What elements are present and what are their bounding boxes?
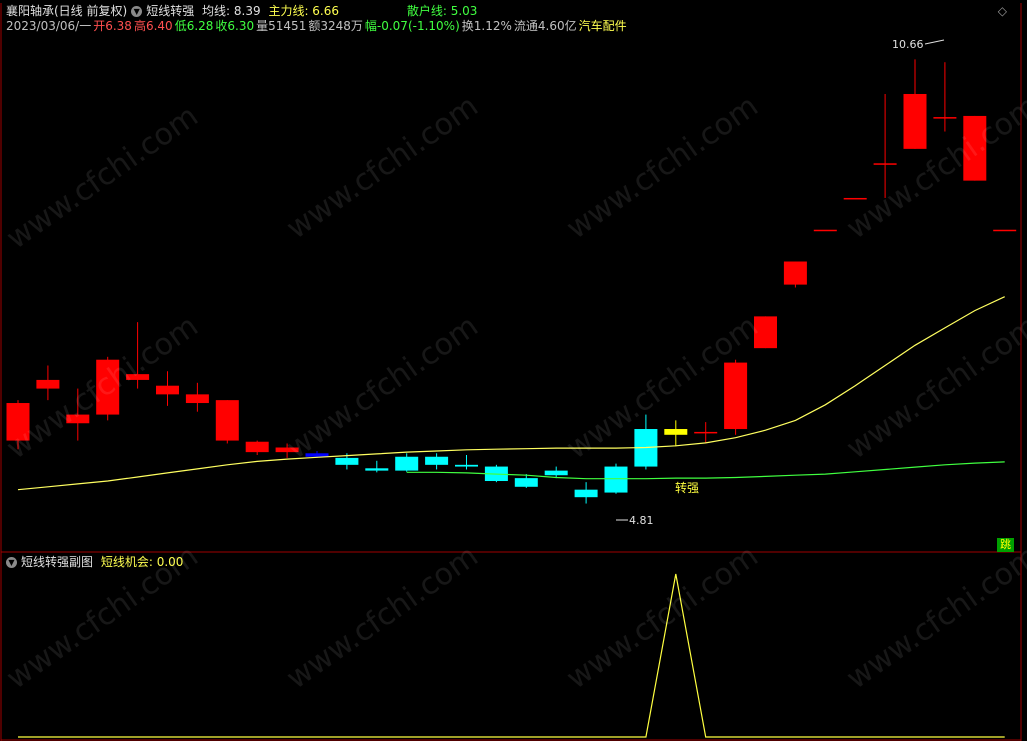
indicator-name[interactable]: 短线转强 — [146, 4, 194, 18]
candle — [245, 440, 269, 456]
candles-layer — [6, 59, 1017, 504]
low-price-label: 4.81 — [629, 514, 654, 527]
candle-body — [754, 316, 777, 349]
signal-label: 转强 — [675, 480, 699, 495]
candle-body — [933, 117, 957, 119]
candle — [574, 482, 598, 504]
subchart-signal-line — [18, 573, 1005, 738]
subchart-layer — [18, 573, 1005, 738]
candle — [156, 371, 179, 406]
candle-body — [275, 447, 299, 453]
candle-body — [215, 400, 239, 441]
price-header-row1: 襄阳轴承(日线 前复权) ▼ 短线转强 均线: 8.39 主力线: 6.66 散户线… — [6, 4, 481, 18]
candle-body — [694, 431, 718, 434]
subchart-header: ▼ 短线转强副图 短线机会: 0.00 — [6, 555, 187, 569]
annotations-layer: 10.66 4.81 转强 — [616, 38, 945, 527]
candle — [903, 59, 927, 149]
close-value: 收6.30 — [215, 19, 255, 33]
candle — [275, 443, 299, 458]
candle-body — [873, 163, 897, 165]
chart-canvas[interactable]: 10.66 4.81 转强 — [0, 0, 1027, 741]
candle — [96, 356, 120, 421]
sector-link[interactable]: 汽车配件 — [579, 19, 627, 33]
candle — [215, 400, 239, 444]
candle-body — [604, 466, 628, 493]
candle-body — [843, 197, 867, 200]
candle — [36, 365, 60, 401]
high-value: 高6.40 — [133, 19, 173, 33]
candle-body — [963, 115, 987, 181]
candle — [843, 197, 867, 200]
candle-body — [245, 441, 269, 453]
low-value: 低6.28 — [174, 19, 214, 33]
candle — [694, 422, 718, 444]
candle — [455, 455, 478, 470]
stock-name[interactable]: 襄阳轴承(日线 前复权) — [6, 4, 127, 18]
candle — [933, 62, 957, 132]
candle-body — [455, 464, 478, 467]
candle — [754, 316, 777, 349]
open-value: 开6.38 — [93, 19, 132, 33]
candle-body — [96, 359, 120, 415]
high-arrow — [924, 39, 945, 45]
chevron-down-icon[interactable]: ▼ — [6, 557, 17, 568]
float-cap-value: 流通4.60亿 — [513, 19, 577, 33]
candle-body — [813, 229, 837, 232]
candle-body — [724, 362, 748, 430]
retail-line-value: 散户线: 5.03 — [406, 4, 478, 18]
candle-body — [305, 453, 329, 457]
candle-body — [514, 478, 538, 487]
panel-borders — [0, 3, 1022, 741]
candle — [185, 382, 209, 412]
candle — [664, 420, 688, 447]
candle-body — [126, 374, 150, 380]
jump-button[interactable]: 跳 — [997, 538, 1014, 552]
candle-body — [425, 456, 449, 465]
candle — [425, 453, 449, 470]
candle-body — [993, 229, 1017, 232]
candle — [126, 322, 150, 389]
subchart-name[interactable]: 短线转强副图 — [21, 555, 93, 569]
diamond-icon[interactable]: ◇ — [998, 4, 1007, 18]
candle-body — [783, 261, 807, 285]
candle-body — [903, 93, 927, 149]
candle — [395, 453, 419, 472]
candle-body — [365, 468, 389, 471]
chevron-down-icon[interactable]: ▼ — [131, 6, 143, 17]
candle — [813, 229, 837, 232]
change-value: 幅-0.07(-1.10%) — [364, 19, 460, 33]
candle — [66, 388, 90, 441]
candle-body — [66, 414, 90, 424]
price-header-row2: 2023/03/06/一 开6.38 高6.40 低6.28 收6.30 量51451 额3… — [6, 19, 631, 33]
candle — [963, 115, 987, 181]
candle-body — [544, 470, 568, 476]
candle — [783, 261, 807, 288]
candle-body — [664, 429, 688, 435]
candle — [365, 460, 389, 473]
candle-body — [335, 457, 359, 465]
amount-value: 额3248万 — [308, 19, 363, 33]
candle — [724, 359, 748, 435]
candle-body — [185, 394, 209, 404]
high-price-label: 10.66 — [892, 38, 924, 51]
main-line-value: 主力线: 6.66 — [268, 4, 340, 18]
avg-line-value: 均线: 8.39 — [202, 4, 261, 18]
candle-body — [36, 379, 60, 389]
candle — [993, 229, 1017, 232]
date-label: 2023/03/06/一 — [6, 19, 92, 33]
candle-body — [574, 489, 598, 498]
candle — [6, 400, 30, 450]
candle-body — [395, 456, 419, 471]
candle-body — [6, 403, 30, 441]
candle — [634, 414, 658, 470]
candle-body — [156, 385, 179, 395]
volume-value: 量51451 — [256, 19, 307, 33]
turnover-value: 换1.12% — [461, 19, 512, 33]
subchart-value: 短线机会: 0.00 — [100, 555, 184, 569]
candle — [873, 93, 897, 198]
